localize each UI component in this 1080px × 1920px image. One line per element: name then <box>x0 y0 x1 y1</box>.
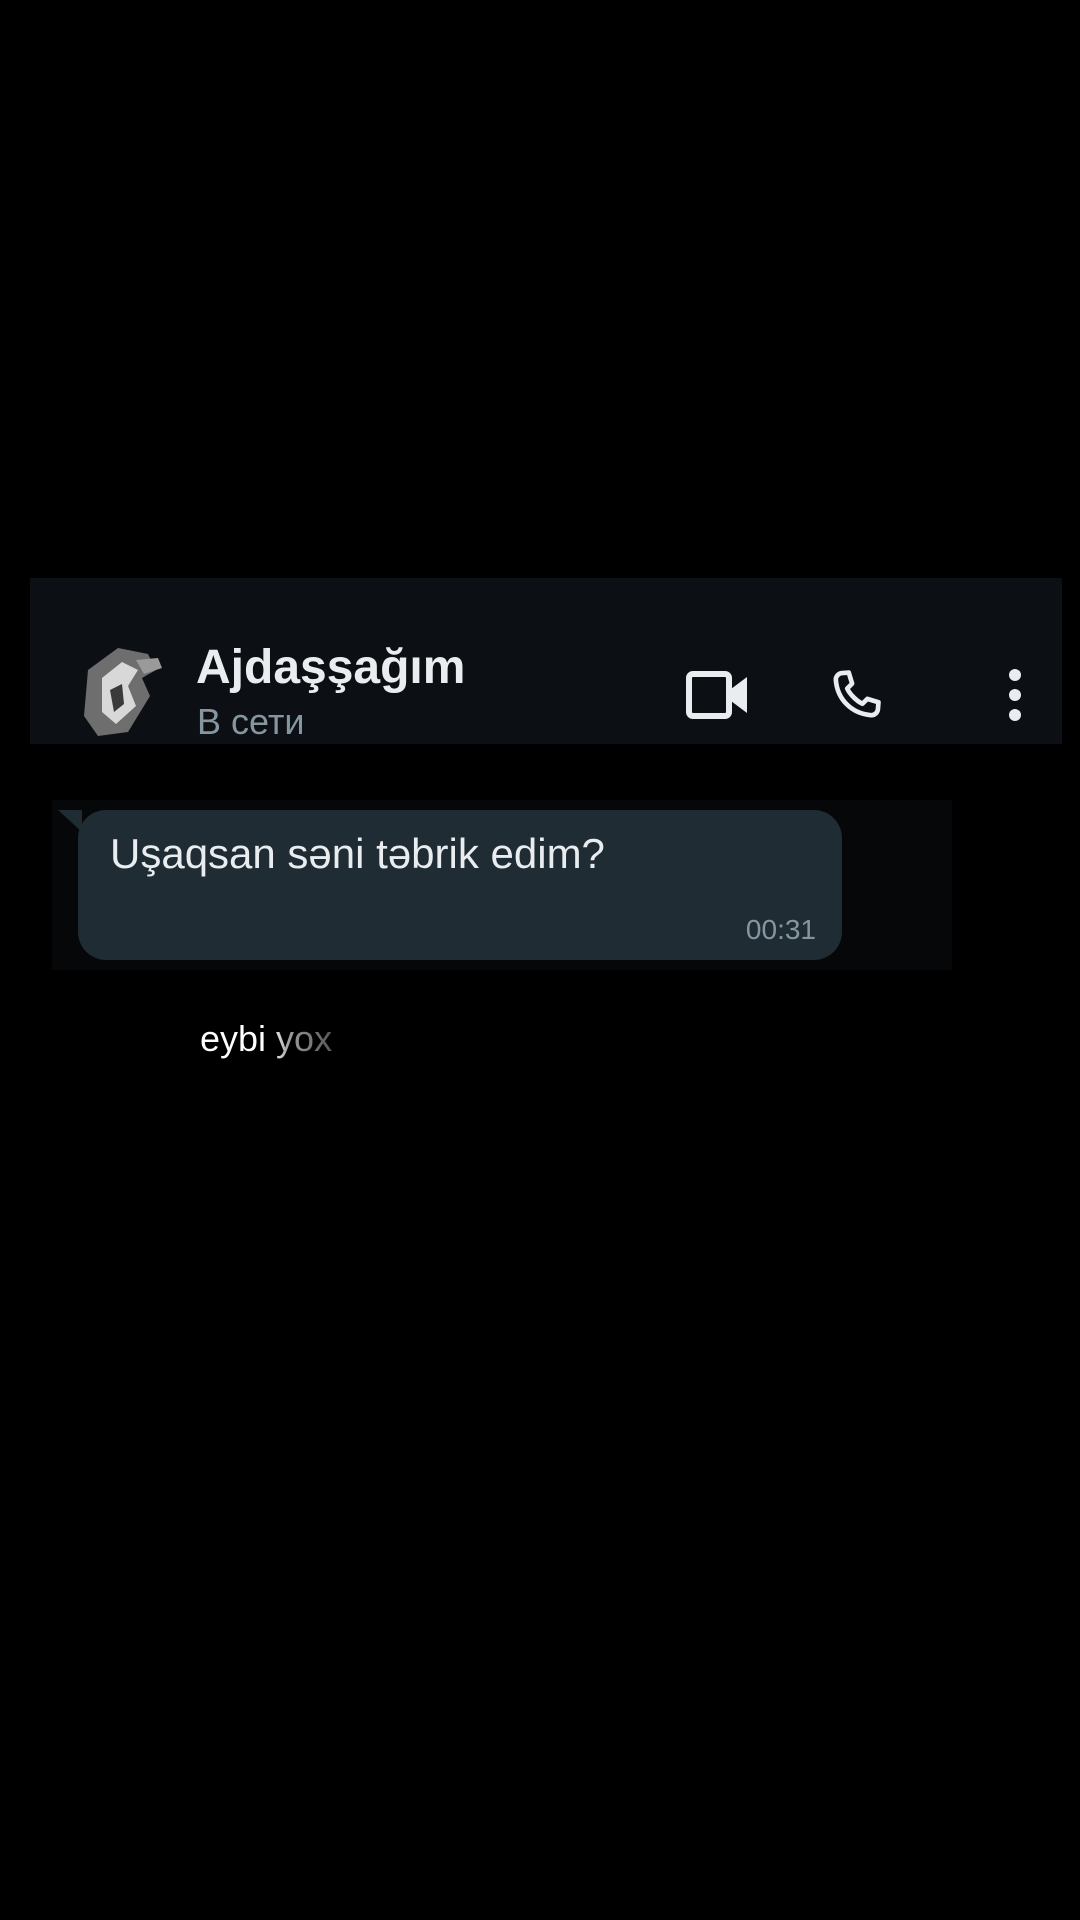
incoming-message-bubble[interactable]: Uşaqsan səni təbrik edim? 00:31 <box>78 810 842 960</box>
chat-header: Ajdaşşağım В сети <box>30 578 1062 744</box>
video-camera-icon <box>686 671 747 719</box>
more-vert-icon <box>1009 669 1021 721</box>
contact-avatar[interactable] <box>58 640 188 744</box>
voice-call-button[interactable] <box>820 662 892 728</box>
message-text: Uşaqsan səni təbrik edim? <box>110 830 605 877</box>
video-call-button[interactable] <box>682 662 754 728</box>
avatar-image <box>58 640 188 744</box>
message-timestamp: 00:31 <box>745 914 816 945</box>
caption-text: eybi yox <box>200 1018 333 1059</box>
contact-status: В сети <box>197 702 305 742</box>
more-options-button[interactable] <box>990 662 1040 728</box>
phone-icon <box>833 670 881 718</box>
contact-name[interactable]: Ajdaşşağım <box>196 640 465 695</box>
